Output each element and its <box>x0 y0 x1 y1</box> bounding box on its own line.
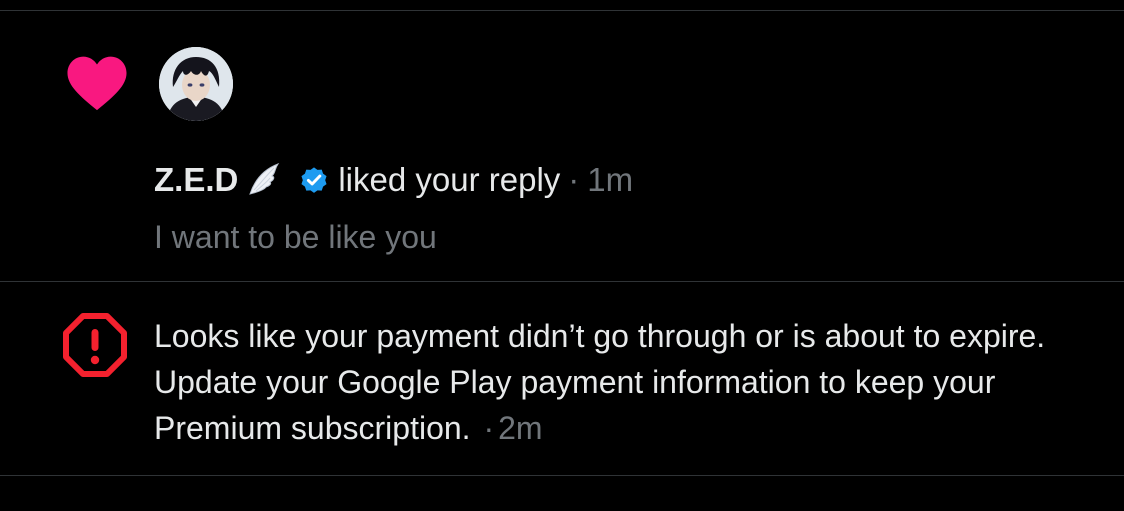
wing-icon <box>249 162 280 195</box>
user-name[interactable]: Z.E.D <box>154 161 238 199</box>
like-summary: Z.E.D liked your reply · 1m <box>154 158 633 202</box>
timestamp: 2m <box>498 410 543 446</box>
avatar[interactable] <box>159 47 233 121</box>
payment-alert-text[interactable]: Looks like your payment didn’t go throug… <box>154 313 1089 451</box>
reply-preview: I want to be like you <box>154 219 437 255</box>
middle-divider <box>0 281 1124 282</box>
timestamp: 1m <box>587 161 634 198</box>
verified-badge-icon <box>301 167 327 193</box>
separator: · <box>483 410 495 446</box>
action-text: liked your reply <box>338 161 561 198</box>
separator: · <box>568 161 580 198</box>
heart-icon <box>67 56 127 111</box>
payment-message: Looks like your payment didn’t go throug… <box>154 318 1046 446</box>
alert-octagon-icon <box>63 313 127 377</box>
bottom-divider <box>0 475 1124 476</box>
